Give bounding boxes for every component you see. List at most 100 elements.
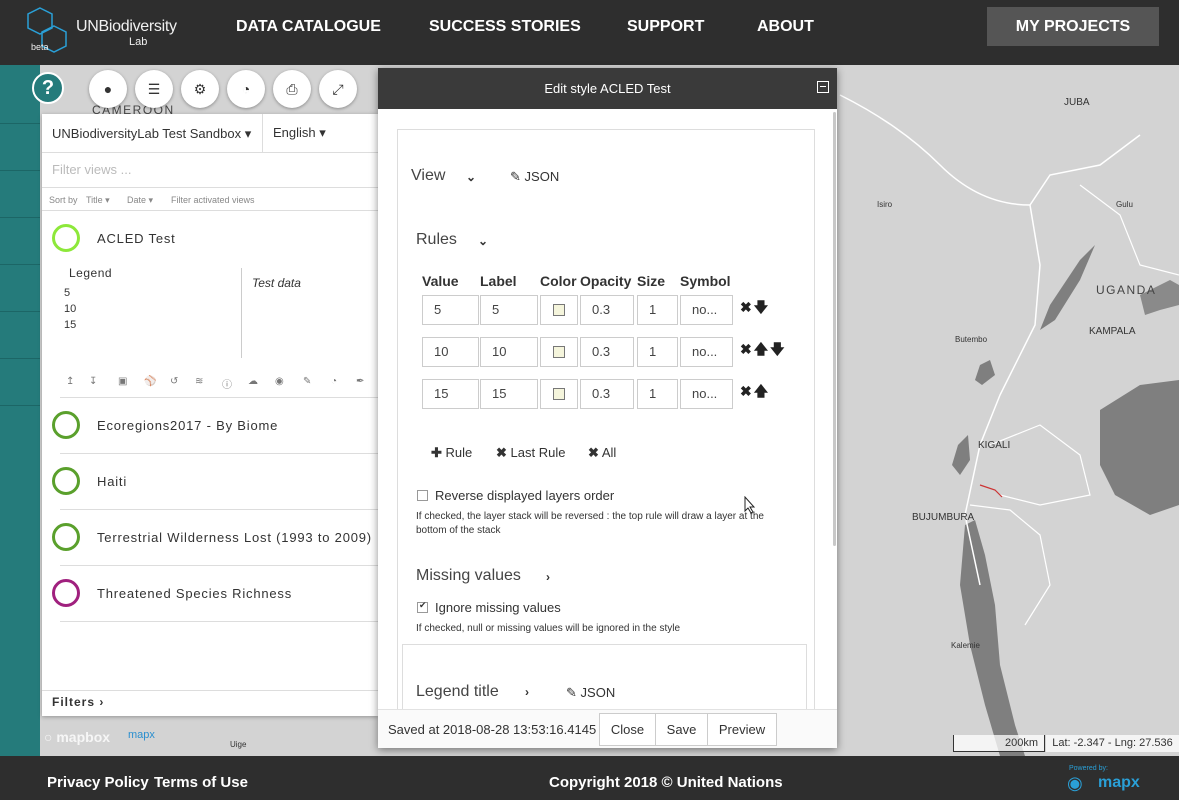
unbl-logo[interactable]: UNBiodiversity Lab beta: [24, 6, 177, 54]
info-icon[interactable]: ⓘ: [222, 376, 232, 391]
close-button[interactable]: Close: [599, 713, 656, 746]
preview-button[interactable]: Preview: [707, 713, 777, 746]
chevron-down-icon[interactable]: ⌄: [466, 170, 476, 184]
my-projects-button[interactable]: MY PROJECTS: [987, 7, 1159, 46]
project-selector[interactable]: UNBiodiversityLab Test Sandbox ▾: [52, 126, 251, 142]
legend-heading: Legend: [69, 266, 113, 280]
rule-value-input[interactable]: 5: [422, 295, 479, 325]
rule-value-input[interactable]: 10: [422, 337, 479, 367]
download-icon[interactable]: ☁: [248, 376, 258, 387]
move-rule-up-icon[interactable]: 🡅: [754, 383, 770, 399]
camera-icon[interactable]: ◉: [275, 376, 284, 387]
fullscreen-button[interactable]: ⤢: [319, 70, 357, 108]
rule-color-picker[interactable]: [540, 295, 578, 325]
view-title-acled[interactable]: ACLED Test: [97, 231, 176, 246]
footer: Privacy Policy Terms of Use Copyright 20…: [0, 756, 1179, 800]
view-toggle-haiti[interactable]: [52, 467, 80, 495]
edit-icon[interactable]: ✎: [303, 376, 311, 387]
brush-icon[interactable]: ✒: [356, 376, 364, 387]
move-rule-down-icon[interactable]: 🡇: [754, 299, 770, 315]
move-rule-up-icon[interactable]: 🡅: [754, 341, 770, 357]
mapx-logo[interactable]: mapx: [1098, 774, 1140, 792]
map-label-butembo: Butembo: [955, 335, 988, 344]
nav-success-stories[interactable]: SUCCESS STORIES: [429, 0, 581, 54]
binoculars-icon[interactable]: ⚾: [144, 376, 156, 387]
add-rule-button[interactable]: ✚ Rule: [431, 445, 472, 461]
move-up-icon[interactable]: ↥: [66, 376, 74, 387]
reset-icon[interactable]: ↺: [170, 376, 178, 387]
user-button[interactable]: ●: [89, 70, 127, 108]
view-title-ecoregions[interactable]: Ecoregions2017 - By Biome: [97, 418, 278, 433]
privacy-policy-link[interactable]: Privacy Policy: [47, 774, 149, 791]
remove-all-rules-button[interactable]: ✖ All: [588, 445, 616, 461]
rule-size-input[interactable]: 1: [637, 337, 678, 367]
view-toggle-species[interactable]: [52, 579, 80, 607]
view-toggle-acled[interactable]: [52, 224, 80, 252]
nav-support[interactable]: SUPPORT: [627, 0, 704, 54]
rule-opacity-input[interactable]: 0.3: [580, 379, 634, 409]
minimize-icon[interactable]: [817, 81, 829, 93]
views-filter-input[interactable]: Filter views ...: [52, 162, 131, 177]
remove-rule-icon[interactable]: ✖: [740, 341, 754, 357]
nav-data-catalogue[interactable]: DATA CATALOGUE: [236, 0, 381, 54]
reverse-order-checkbox[interactable]: [417, 490, 428, 501]
rule-size-input[interactable]: 1: [637, 379, 678, 409]
section-rules: Rules: [416, 231, 457, 248]
language-selector[interactable]: English ▾: [262, 114, 326, 152]
pie-chart-icon: ◔: [241, 81, 251, 97]
rule-value-input[interactable]: 15: [422, 379, 479, 409]
rule-symbol-select[interactable]: no...: [680, 337, 733, 367]
rule-color-picker[interactable]: [540, 379, 578, 409]
rule-label-input[interactable]: 5: [480, 295, 538, 325]
terms-of-use-link[interactable]: Terms of Use: [154, 774, 248, 791]
views-list-button[interactable]: ☰: [135, 70, 173, 108]
mapx-small-logo[interactable]: mapx: [128, 729, 155, 741]
view-title-haiti[interactable]: Haiti: [97, 474, 127, 489]
edit-json-view[interactable]: ✎ JSON: [510, 169, 559, 185]
move-down-icon[interactable]: ↧: [89, 376, 97, 387]
nav-about[interactable]: ABOUT: [757, 0, 814, 54]
settings-button[interactable]: ⚙: [181, 70, 219, 108]
rule-label-input[interactable]: 10: [480, 337, 538, 367]
remove-last-rule-button[interactable]: ✖ Last Rule: [496, 445, 565, 461]
move-rule-down-icon[interactable]: 🡇: [770, 341, 786, 357]
section-view: View: [411, 167, 446, 184]
view-toggle-wilderness[interactable]: [52, 523, 80, 551]
rule-opacity-input[interactable]: 0.3: [580, 337, 634, 367]
image-icon[interactable]: ▣: [118, 376, 127, 387]
rule-symbol-select[interactable]: no...: [680, 295, 733, 325]
rule-opacity-input[interactable]: 0.3: [580, 295, 634, 325]
sort-by-date[interactable]: Date ▾: [127, 195, 153, 206]
view-toggle-ecoregions[interactable]: [52, 411, 80, 439]
map-scale: 200km: [953, 735, 1045, 752]
chevron-right-icon[interactable]: ›: [525, 685, 529, 699]
save-button[interactable]: Save: [655, 713, 708, 746]
view-title-wilderness[interactable]: Terrestrial Wilderness Lost (1993 to 200…: [97, 530, 372, 545]
charts-button[interactable]: ◔: [227, 70, 265, 108]
sort-by-title[interactable]: Title ▾: [86, 195, 110, 206]
rule-size-input[interactable]: 1: [637, 295, 678, 325]
chevron-right-icon[interactable]: ›: [546, 570, 550, 584]
view-title-species[interactable]: Threatened Species Richness: [97, 586, 292, 601]
rule-color-picker[interactable]: [540, 337, 578, 367]
remove-rule-icon[interactable]: ✖: [740, 383, 754, 399]
help-button[interactable]: ?: [32, 72, 64, 104]
reverse-order-label[interactable]: Reverse displayed layers order: [435, 488, 614, 503]
modal-scrollbar[interactable]: [833, 112, 836, 546]
top-navbar: UNBiodiversity Lab beta DATA CATALOGUE S…: [0, 0, 1179, 65]
sliders-icon[interactable]: ≋: [195, 376, 203, 387]
ignore-missing-label[interactable]: Ignore missing values: [435, 600, 561, 615]
print-button[interactable]: ⎙: [273, 70, 311, 108]
modal-title[interactable]: Edit style ACLED Test: [378, 68, 837, 109]
pencil-icon: ✎: [510, 169, 521, 184]
edit-json-legend[interactable]: ✎ JSON: [566, 685, 615, 701]
mapbox-logo[interactable]: ○ mapbox: [44, 729, 110, 745]
rule-symbol-select[interactable]: no...: [680, 379, 733, 409]
style-icon[interactable]: ◔: [331, 376, 337, 387]
filter-activated-views[interactable]: Filter activated views: [171, 195, 255, 205]
filters-toggle[interactable]: Filters ›: [52, 695, 104, 709]
chevron-down-icon[interactable]: ⌄: [478, 234, 488, 248]
remove-rule-icon[interactable]: ✖: [740, 299, 754, 315]
rule-label-input[interactable]: 15: [480, 379, 538, 409]
ignore-missing-checkbox[interactable]: [417, 600, 428, 613]
